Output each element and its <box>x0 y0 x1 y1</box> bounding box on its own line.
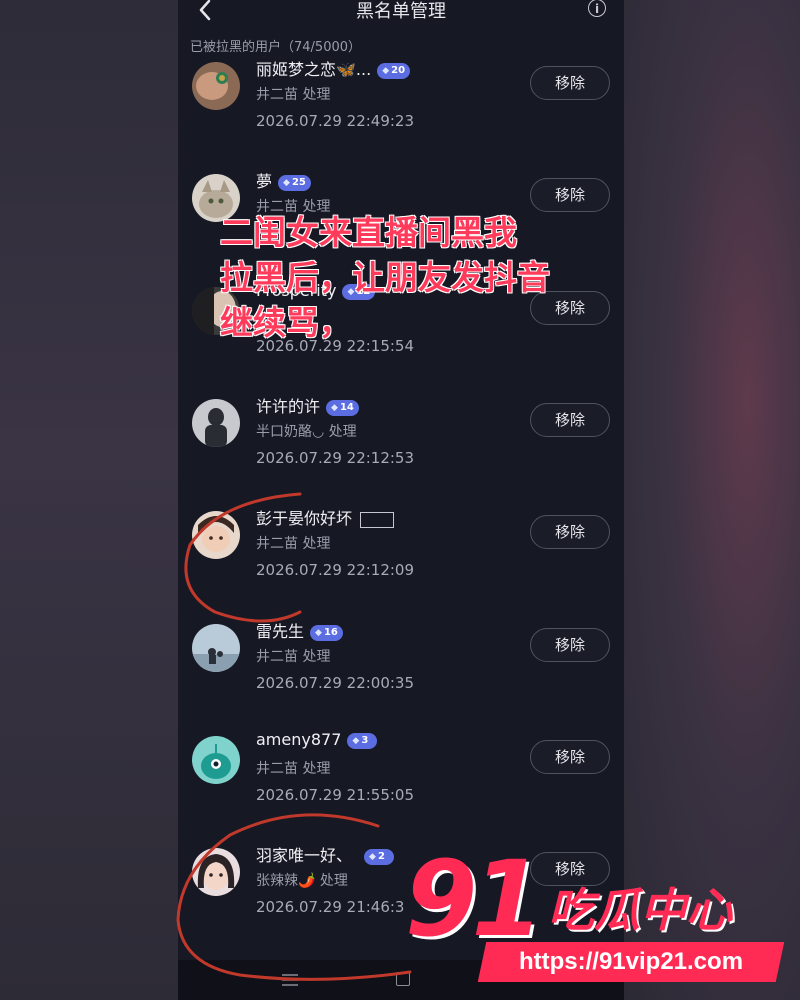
level-number: 3 <box>361 734 369 746</box>
caption-line: 拉黑后，让朋友发抖音 <box>220 258 550 297</box>
username-text: 羽家唯一好、 <box>256 846 353 865</box>
username: 彭于晏你好坏 <box>256 505 395 529</box>
block-time: 2026.07.29 21:46:3 <box>256 898 405 916</box>
diamond-icon: ◆ <box>369 851 376 862</box>
username: 羽家唯一好、 ◆ 2 <box>256 842 395 866</box>
username-text: 夢 <box>256 172 273 191</box>
background-left <box>0 0 178 1000</box>
menu-icon[interactable] <box>282 974 298 986</box>
username: 夢 ◆ 25 <box>256 168 311 192</box>
list-item: 雷先生 ◆ 16 井二苗 处理 2026.07.29 22:00:35 移除 <box>178 622 624 734</box>
handler-label: 井二苗 处理 <box>256 761 331 777</box>
handler-label: 井二苗 处理 <box>256 87 331 103</box>
empty-tag <box>360 511 395 528</box>
level-badge: ◆ 14 <box>326 399 359 416</box>
remove-button[interactable]: 移除 <box>530 740 610 774</box>
username-text: 彭于晏你好坏 <box>256 509 353 528</box>
avatar <box>192 511 240 559</box>
list-item: 丽姬梦之恋🦋... ◆ 20 井二苗 处理 2026.07.29 22:49:23 … <box>178 60 624 172</box>
remove-button[interactable]: 移除 <box>530 66 610 100</box>
list-item: 彭于晏你好坏 井二苗 处理 2026.07.29 22:12:09 移除 <box>178 509 624 621</box>
level-number: 2 <box>377 850 385 862</box>
block-time: 2026.07.29 22:12:09 <box>256 561 415 579</box>
watermark-url: https://91vip21.com <box>518 948 744 975</box>
level-number: 25 <box>291 176 306 188</box>
block-time: 2026.07.29 21:55:05 <box>256 786 415 804</box>
level-badge: ◆ 2 <box>364 848 395 865</box>
list-item: 许许的许 ◆ 14 半口奶酪◡ 处理 2026.07.29 22:12:53 移除 <box>178 397 624 509</box>
username-text: 许许的许 <box>256 397 321 416</box>
remove-button[interactable]: 移除 <box>530 515 610 549</box>
level-number: 14 <box>339 401 354 413</box>
level-badge: ◆ 20 <box>377 62 411 79</box>
level-badge: ◆ 25 <box>278 174 311 191</box>
caption-line: 二闺女来直播间黑我 <box>220 213 517 252</box>
level-badge: ◆ 16 <box>310 624 343 641</box>
overlay-caption: 二闺女来直播间黑我 拉黑后，让朋友发抖音 继续骂， <box>220 210 620 345</box>
diamond-icon: ◆ <box>315 627 322 638</box>
avatar <box>192 624 240 672</box>
username-text: ameny877 <box>256 730 342 749</box>
handler-label: 井二苗 处理 <box>256 536 331 552</box>
block-time: 2026.07.29 22:12:53 <box>256 449 415 467</box>
level-number: 20 <box>391 64 406 76</box>
blocked-user-list: 丽姬梦之恋🦋... ◆ 20 井二苗 处理 2026.07.29 22:49:23 … <box>178 0 624 1000</box>
username: 丽姬梦之恋🦋... ◆ 20 <box>256 56 411 80</box>
avatar <box>192 848 240 896</box>
remove-button[interactable]: 移除 <box>530 403 610 437</box>
remove-button[interactable]: 移除 <box>530 178 610 212</box>
username: 许许的许 ◆ 14 <box>256 393 359 417</box>
watermark-url-banner: https://91vip21.com <box>477 942 785 982</box>
diamond-icon: ◆ <box>382 65 390 76</box>
username: 雷先生 ◆ 16 <box>256 618 343 642</box>
diamond-icon: ◆ <box>331 402 338 413</box>
background-right <box>624 0 800 1000</box>
block-time: 2026.07.29 22:00:35 <box>256 674 415 692</box>
handler-label: 井二苗 处理 <box>256 649 331 665</box>
home-square-icon[interactable] <box>396 972 410 986</box>
avatar <box>192 62 240 110</box>
caption-line: 继续骂， <box>220 303 352 342</box>
avatar <box>192 736 240 784</box>
username-text: 雷先生 <box>256 622 305 641</box>
watermark-text: 吃瓜中心 <box>548 883 732 937</box>
username-text: 丽姬梦之恋🦋... <box>256 60 372 79</box>
phone-screen: 黑名单管理 i 已被拉黑的用户（74/5000） 丽姬梦之恋🦋... ◆ 20 井二… <box>178 0 624 1000</box>
level-badge: ◆ 3 <box>347 732 378 749</box>
handler-label: 半口奶酪◡ 处理 <box>256 424 357 440</box>
list-item: ameny877 ◆ 3 井二苗 处理 2026.07.29 21:55:05 移除 <box>178 730 624 846</box>
diamond-icon: ◆ <box>283 177 290 188</box>
username: ameny877 ◆ 3 <box>256 730 378 749</box>
handler-label: 张辣辣🌶️ 处理 <box>256 873 348 889</box>
block-time: 2026.07.29 22:49:23 <box>256 112 415 130</box>
avatar <box>192 399 240 447</box>
remove-button[interactable]: 移除 <box>530 628 610 662</box>
level-number: 16 <box>323 626 338 638</box>
diamond-icon: ◆ <box>352 735 360 746</box>
